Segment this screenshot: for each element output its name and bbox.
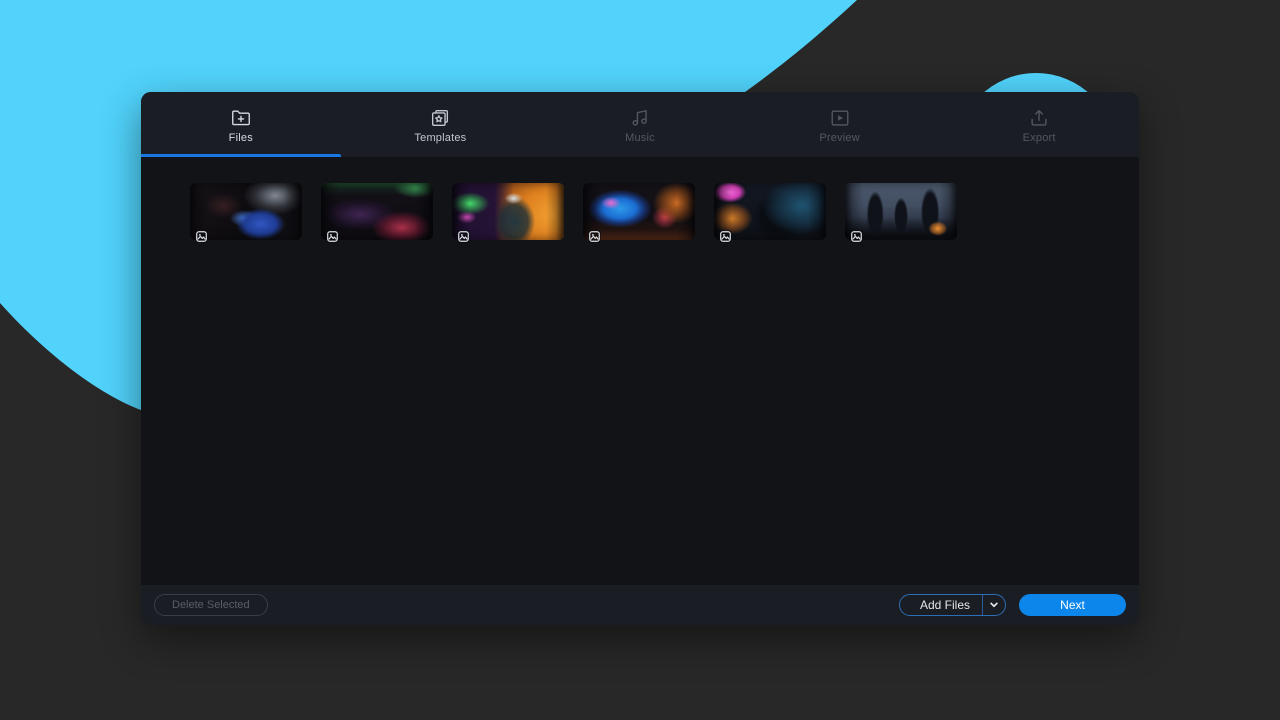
tab-label: Music bbox=[625, 132, 655, 144]
media-thumbnail-5[interactable] bbox=[714, 183, 826, 240]
tab-label: Templates bbox=[414, 132, 466, 144]
media-thumbnail-2[interactable] bbox=[321, 183, 433, 240]
image-badge-icon bbox=[457, 230, 470, 243]
preview-play-icon bbox=[829, 107, 851, 129]
tab-music[interactable]: Music bbox=[540, 92, 740, 157]
export-icon bbox=[1028, 107, 1050, 129]
media-thumbnail-1[interactable] bbox=[190, 183, 302, 240]
next-button[interactable]: Next bbox=[1019, 594, 1126, 616]
tab-files[interactable]: Files bbox=[141, 92, 341, 157]
image-badge-icon bbox=[326, 230, 339, 243]
add-files-menu-button[interactable] bbox=[983, 600, 1005, 610]
media-grid bbox=[141, 157, 1139, 240]
tab-label: Files bbox=[229, 132, 253, 144]
media-thumbnail-3[interactable] bbox=[452, 183, 564, 240]
media-thumbnail-6[interactable] bbox=[845, 183, 957, 240]
tab-label: Preview bbox=[819, 132, 860, 144]
tab-label: Export bbox=[1023, 132, 1056, 144]
tab-templates[interactable]: Templates bbox=[341, 92, 541, 157]
image-badge-icon bbox=[719, 230, 732, 243]
image-badge-icon bbox=[195, 230, 208, 243]
tab-bar: Files Templates Music bbox=[141, 92, 1139, 157]
delete-selected-button[interactable]: Delete Selected bbox=[154, 594, 268, 616]
app-window: Files Templates Music bbox=[141, 92, 1139, 625]
folder-add-icon bbox=[230, 107, 252, 129]
tab-preview[interactable]: Preview bbox=[740, 92, 940, 157]
music-note-icon bbox=[629, 107, 651, 129]
image-badge-icon bbox=[588, 230, 601, 243]
templates-icon bbox=[429, 107, 451, 129]
image-badge-icon bbox=[850, 230, 863, 243]
add-files-button[interactable]: Add Files bbox=[899, 594, 1006, 616]
chevron-down-icon bbox=[989, 600, 999, 610]
footer-actions: Add Files Next bbox=[899, 594, 1126, 616]
footer-bar: Delete Selected Add Files Next bbox=[141, 585, 1139, 625]
add-files-label: Add Files bbox=[900, 595, 982, 615]
tab-export[interactable]: Export bbox=[939, 92, 1139, 157]
media-thumbnail-4[interactable] bbox=[583, 183, 695, 240]
media-area bbox=[141, 157, 1139, 585]
